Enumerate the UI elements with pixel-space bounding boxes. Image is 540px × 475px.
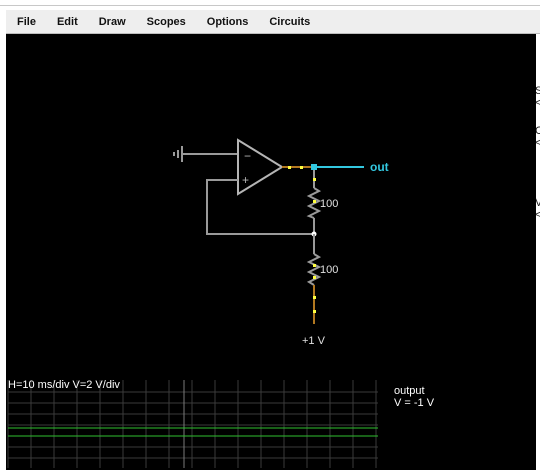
right-panel-char-1: S xyxy=(536,85,540,97)
right-side-panel: S < C < V < xyxy=(536,34,540,475)
right-panel-char-2: < xyxy=(536,97,540,109)
wire-feedback[interactable] xyxy=(206,179,314,235)
scope-name-label: output xyxy=(394,385,425,397)
menu-edit[interactable]: Edit xyxy=(46,10,88,34)
menu-circuits[interactable]: Circuits xyxy=(258,10,320,34)
circuit-svg[interactable]: − + out 100 100 +1 V H=10 ms/div V=2 V/d… xyxy=(6,34,536,470)
menu-scopes[interactable]: Scopes xyxy=(136,10,196,34)
menu-draw[interactable]: Draw xyxy=(88,10,136,34)
output-label: out xyxy=(370,160,389,174)
circuit-canvas[interactable]: − + out 100 100 +1 V H=10 ms/div V=2 V/d… xyxy=(6,34,536,470)
resistor-bottom-icon[interactable] xyxy=(306,253,322,286)
opamp-plus-label: + xyxy=(242,173,249,187)
right-panel-char-5: V xyxy=(536,197,540,209)
right-panel-char-6: < xyxy=(536,209,540,221)
menu-file[interactable]: File xyxy=(6,10,46,34)
scope-value-label: V = -1 V xyxy=(394,397,435,409)
menu-bar: File Edit Draw Scopes Options Circuits xyxy=(6,10,540,34)
right-panel-char-4: < xyxy=(536,137,540,149)
window-top-edge xyxy=(0,0,540,6)
right-panel-char-3: C xyxy=(536,125,540,137)
scope-panel[interactable]: H=10 ms/div V=2 V/div output V = -1 V xyxy=(7,379,435,468)
ground-icon[interactable] xyxy=(173,146,183,162)
scope-scale-label: H=10 ms/div V=2 V/div xyxy=(8,379,120,391)
scope-grid xyxy=(7,380,378,468)
supply-label: +1 V xyxy=(302,335,326,347)
window-bottom-edge xyxy=(0,470,540,475)
menu-options[interactable]: Options xyxy=(196,10,259,34)
opamp-minus-label: − xyxy=(244,149,251,163)
r-bottom-label: 100 xyxy=(320,264,338,276)
r-top-label: 100 xyxy=(320,198,338,210)
